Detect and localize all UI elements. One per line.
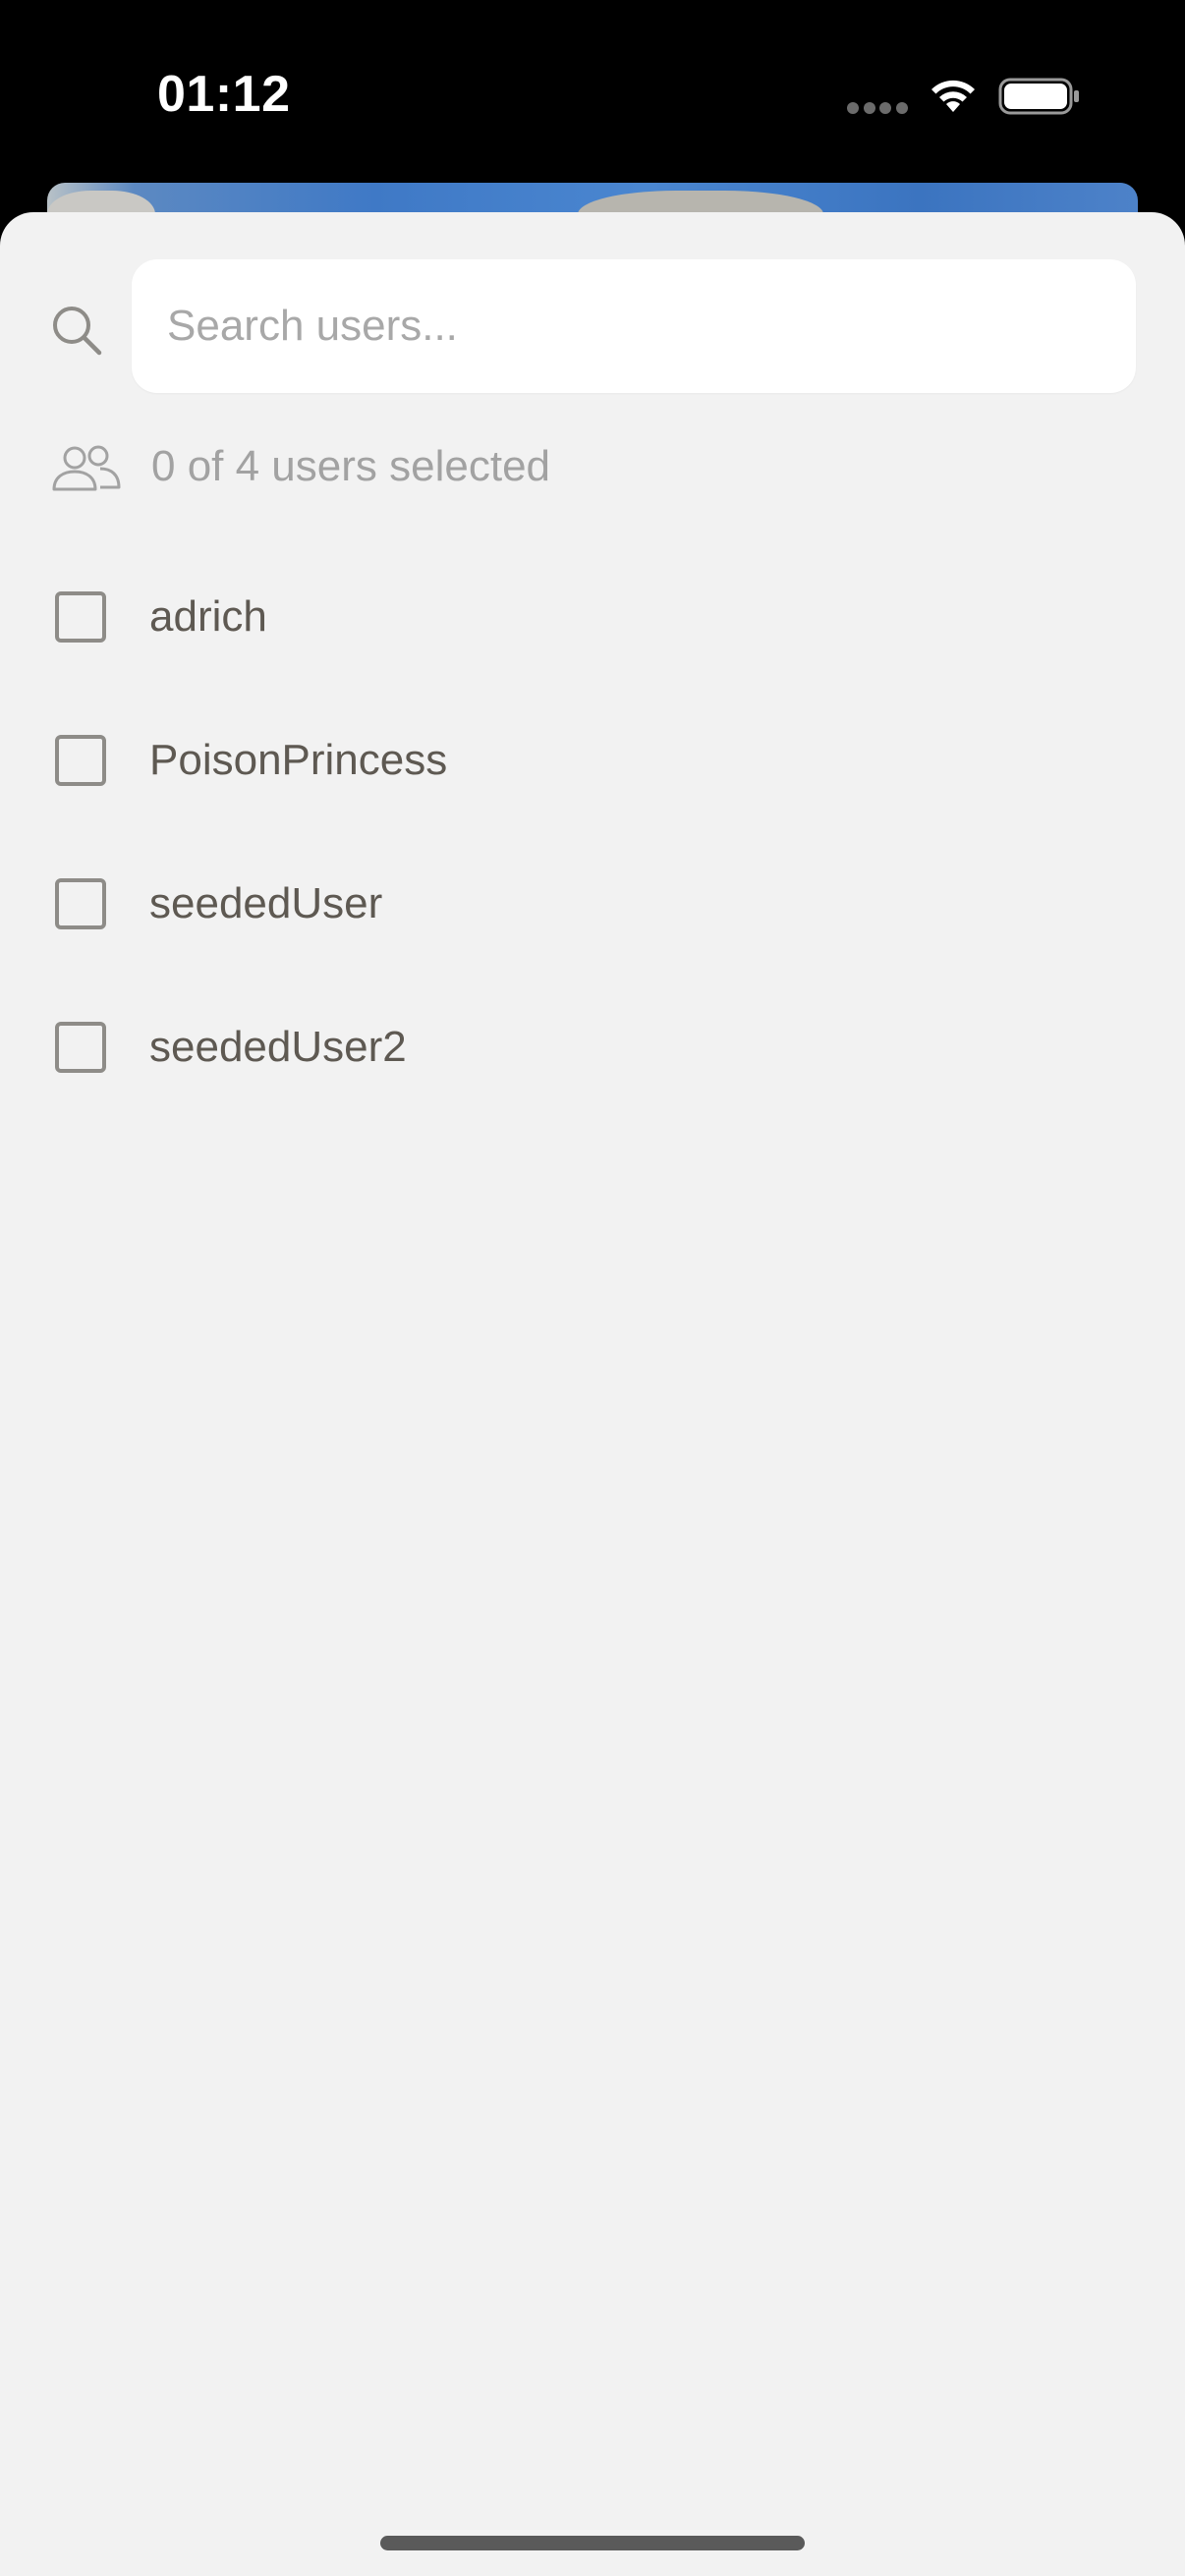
home-indicator[interactable]: [380, 2536, 805, 2550]
user-name: seededUser2: [149, 1023, 407, 1071]
user-checkbox[interactable]: [55, 591, 106, 643]
search-icon: [53, 307, 102, 356]
battery-icon: [998, 78, 1079, 115]
user-name: seededUser: [149, 879, 383, 927]
wifi-icon: [931, 80, 975, 112]
user-checkbox[interactable]: [55, 878, 106, 929]
search-input[interactable]: [167, 259, 1100, 393]
user-row[interactable]: adrich: [0, 546, 1185, 690]
user-name: PoisonPrincess: [149, 736, 448, 784]
status-bar: 01:12: [0, 0, 1185, 187]
users-icon: [52, 445, 121, 491]
user-row[interactable]: PoisonPrincess: [0, 690, 1185, 833]
user-list: adrich PoisonPrincess seededUser seededU…: [0, 546, 1185, 1120]
user-checkbox[interactable]: [55, 735, 106, 786]
user-checkbox[interactable]: [55, 1022, 106, 1073]
user-row[interactable]: seededUser: [0, 833, 1185, 977]
screen: 01:12 Search users... 0 of 4 users selec…: [0, 0, 1185, 2576]
user-picker-sheet: 0 of 4 users selected adrich PoisonPrinc…: [0, 212, 1185, 2576]
status-time: 01:12: [157, 66, 291, 123]
signal-dots-icon: [847, 102, 908, 116]
user-row[interactable]: seededUser2: [0, 977, 1185, 1120]
user-name: adrich: [149, 592, 267, 641]
search-box[interactable]: [132, 259, 1136, 393]
selection-summary: 0 of 4 users selected: [151, 442, 551, 490]
